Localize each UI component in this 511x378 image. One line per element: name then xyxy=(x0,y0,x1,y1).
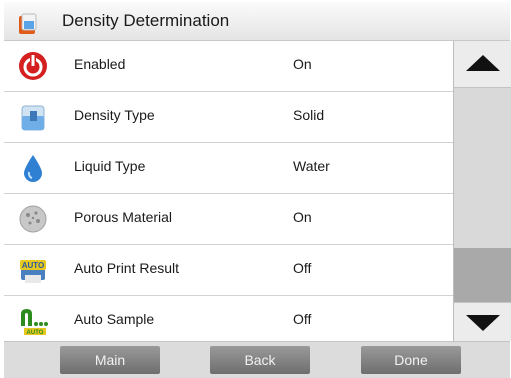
row-label: Enabled xyxy=(74,56,126,72)
footer-bar: Main Back Done xyxy=(4,341,510,378)
density-screen: Density Determination Enabled On Density… xyxy=(0,0,511,378)
row-value: Off xyxy=(293,311,312,327)
main-button[interactable]: Main xyxy=(60,346,160,374)
auto-printer-icon: AUTO xyxy=(20,260,46,283)
water-drop-icon xyxy=(24,155,42,182)
title-bar: Density Determination xyxy=(4,2,510,41)
scroll-thumb[interactable] xyxy=(454,248,511,303)
row-porous-material[interactable]: Porous Material On xyxy=(4,194,453,245)
row-auto-sample[interactable]: AUTO Auto Sample Off xyxy=(4,296,453,346)
porous-stone-icon xyxy=(19,205,47,233)
row-enabled[interactable]: Enabled On xyxy=(4,41,453,92)
settings-list: Enabled On Density Type Solid Liquid Typ… xyxy=(4,41,453,346)
power-icon xyxy=(19,52,47,80)
back-button[interactable]: Back xyxy=(210,346,310,374)
row-liquid-type[interactable]: Liquid Type Water xyxy=(4,143,453,194)
row-value: On xyxy=(293,209,312,225)
scrollbar[interactable] xyxy=(453,41,511,341)
density-app-icon xyxy=(19,13,37,34)
row-label: Auto Sample xyxy=(74,311,155,327)
auto-sample-icon: AUTO xyxy=(21,309,48,336)
row-label: Porous Material xyxy=(74,209,173,225)
done-button[interactable]: Done xyxy=(361,346,461,374)
row-label: Density Type xyxy=(74,107,155,123)
row-value: Water xyxy=(293,158,330,174)
scroll-up-button[interactable] xyxy=(454,41,511,88)
row-value: Off xyxy=(293,260,312,276)
arrow-down-icon xyxy=(466,315,500,331)
row-label: Auto Print Result xyxy=(74,260,180,276)
row-label: Liquid Type xyxy=(74,158,146,174)
row-value: Solid xyxy=(293,107,325,123)
svg-text:AUTO: AUTO xyxy=(27,330,44,336)
svg-text:AUTO: AUTO xyxy=(22,261,45,270)
beaker-icon xyxy=(21,105,45,131)
arrow-up-icon xyxy=(466,55,500,71)
row-value: On xyxy=(293,56,312,72)
row-density-type[interactable]: Density Type Solid xyxy=(4,92,453,143)
row-auto-print-result[interactable]: AUTO Auto Print Result Off xyxy=(4,245,453,296)
page-title: Density Determination xyxy=(62,11,230,30)
scroll-down-button[interactable] xyxy=(454,302,511,341)
